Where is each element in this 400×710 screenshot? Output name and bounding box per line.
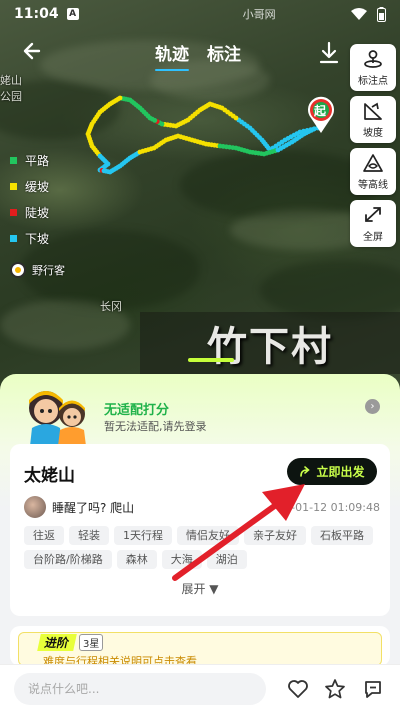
legend-swatch bbox=[10, 157, 17, 164]
author-message: 睡醒了吗? 爬山 bbox=[52, 500, 135, 515]
legend-label: 平路 bbox=[25, 154, 50, 168]
wifi-icon bbox=[351, 7, 367, 20]
fullscreen-label: 全屏 bbox=[363, 231, 383, 243]
brand-watermark: 野行客 bbox=[10, 262, 65, 278]
contour-button[interactable]: 等高线 bbox=[350, 148, 396, 195]
author-row[interactable]: 睡醒了吗? 爬山 6-01-12 01:09:48 bbox=[24, 496, 380, 518]
fullscreen-icon bbox=[365, 206, 381, 222]
battery-icon bbox=[377, 6, 386, 22]
contour-label: 等高线 bbox=[358, 179, 388, 191]
star-icon[interactable] bbox=[324, 678, 346, 700]
map-place-label: 长冈 bbox=[100, 300, 122, 313]
tag-chip[interactable]: 森林 bbox=[116, 550, 157, 569]
trail-info-card: 太姥山 立即出发 睡醒了吗? 爬山 6-01-12 01:09:48 往返 轻装… bbox=[10, 444, 390, 616]
annotation-point-button[interactable]: 标注点 bbox=[350, 44, 396, 91]
chevron-right-icon[interactable]: › bbox=[365, 399, 380, 414]
brand-logo-icon bbox=[10, 262, 26, 278]
post-time: 6-01-12 01:09:48 bbox=[284, 500, 380, 514]
start-label: 起 bbox=[314, 104, 327, 118]
slope-label: 坡度 bbox=[363, 127, 383, 139]
brand-name: 野行客 bbox=[32, 264, 65, 277]
tag-chip[interactable]: 1天行程 bbox=[114, 526, 172, 545]
tag-chip[interactable]: 石板平路 bbox=[311, 526, 373, 545]
difficulty-stars: 3星 bbox=[79, 633, 104, 651]
tag-chip[interactable]: 轻装 bbox=[69, 526, 109, 545]
heart-icon[interactable] bbox=[287, 678, 309, 700]
tag-list: 往返 轻装 1天行程 情侣友好 亲子友好 石板平路 台阶路/阶梯路 森林 大海 … bbox=[24, 526, 380, 569]
legend-swatch bbox=[10, 209, 17, 216]
start-marker[interactable]: 起 bbox=[306, 96, 336, 134]
annotation-point-label: 标注点 bbox=[358, 75, 388, 87]
trail-name: 太姥山 bbox=[24, 466, 75, 486]
map-swipe-indicator bbox=[188, 358, 234, 362]
notification-icon: A bbox=[66, 8, 79, 20]
avatar[interactable] bbox=[24, 496, 46, 518]
tag-chip[interactable]: 台阶路/阶梯路 bbox=[24, 550, 112, 569]
pin-marker-icon bbox=[364, 49, 382, 68]
difficulty-level-name: 进阶 bbox=[37, 633, 77, 651]
status-time: 11:04 bbox=[14, 6, 59, 22]
map-tool-column: 标注点 坡度 等高线 全屏 bbox=[350, 44, 396, 247]
legend-gentle: 缓坡 bbox=[10, 178, 49, 195]
legend-swatch bbox=[10, 183, 17, 190]
tab-track[interactable]: 轨迹 bbox=[155, 40, 189, 71]
comment-icon[interactable] bbox=[362, 678, 384, 700]
map-tabs: 轨迹 标注 bbox=[155, 40, 241, 71]
legend-label: 缓坡 bbox=[25, 180, 50, 194]
rating-subtitle: 暂无法适配,请先登录 bbox=[104, 420, 207, 433]
legend-label: 下坡 bbox=[25, 232, 50, 246]
trail-map[interactable]: 11:04 A 小哥网 轨迹 标注 标注点 坡度 等高线 全屏 平路 缓坡 陡坡… bbox=[0, 0, 400, 400]
map-label: 公园 bbox=[0, 90, 22, 103]
tag-chip[interactable]: 大海 bbox=[161, 550, 202, 569]
share-forward-icon bbox=[300, 466, 311, 477]
village-label-overlay: 竹下村 bbox=[140, 312, 400, 374]
mascot-illustration bbox=[29, 391, 86, 446]
start-now-button[interactable]: 立即出发 bbox=[287, 458, 377, 485]
legend-label: 陡坡 bbox=[25, 206, 50, 220]
legend-swatch bbox=[10, 235, 17, 242]
back-arrow-icon[interactable] bbox=[20, 38, 46, 64]
tab-annotation[interactable]: 标注 bbox=[207, 40, 241, 65]
tag-chip[interactable]: 湖泊 bbox=[206, 550, 247, 569]
start-now-label: 立即出发 bbox=[316, 465, 365, 479]
difficulty-banner: 进阶 3星 难度与行程相关说明可点击查看 bbox=[18, 632, 382, 666]
status-bar: 11:04 A 小哥网 bbox=[0, 0, 400, 28]
difficulty-card[interactable]: 进阶 3星 难度与行程相关说明可点击查看 bbox=[10, 626, 390, 666]
tag-chip[interactable]: 亲子友好 bbox=[244, 526, 306, 545]
legend-steep: 陡坡 bbox=[10, 204, 49, 221]
map-label: 姥山 bbox=[0, 74, 22, 87]
slope-button[interactable]: 坡度 bbox=[350, 96, 396, 143]
trail-detail-panel: 无适配打分 暂无法适配,请先登录 › 太姥山 立即出发 睡醒了吗? 爬山 6-0… bbox=[0, 374, 400, 710]
tag-chip[interactable]: 往返 bbox=[24, 526, 64, 545]
village-name: 竹下村 bbox=[207, 324, 333, 370]
tag-chip[interactable]: 情侣友好 bbox=[177, 526, 239, 545]
fullscreen-button[interactable]: 全屏 bbox=[350, 200, 396, 247]
contour-icon bbox=[363, 153, 383, 172]
difficulty-badge: 进阶 3星 bbox=[37, 633, 104, 651]
comment-input[interactable] bbox=[14, 673, 266, 705]
rating-row[interactable]: 无适配打分 暂无法适配,请先登录 › bbox=[0, 374, 400, 446]
slope-legend: 平路 缓坡 陡坡 下坡 bbox=[10, 152, 49, 247]
legend-downhill: 下坡 bbox=[10, 230, 49, 247]
download-icon[interactable] bbox=[316, 40, 342, 66]
rating-title: 无适配打分 bbox=[104, 403, 170, 418]
legend-flat: 平路 bbox=[10, 152, 49, 169]
slope-icon bbox=[364, 102, 382, 120]
bottom-action-bar bbox=[0, 664, 400, 710]
top-bar: 轨迹 标注 bbox=[0, 30, 400, 74]
expand-button[interactable]: 展开 ▼ bbox=[10, 580, 390, 597]
watermark-text: 小哥网 bbox=[242, 8, 276, 21]
